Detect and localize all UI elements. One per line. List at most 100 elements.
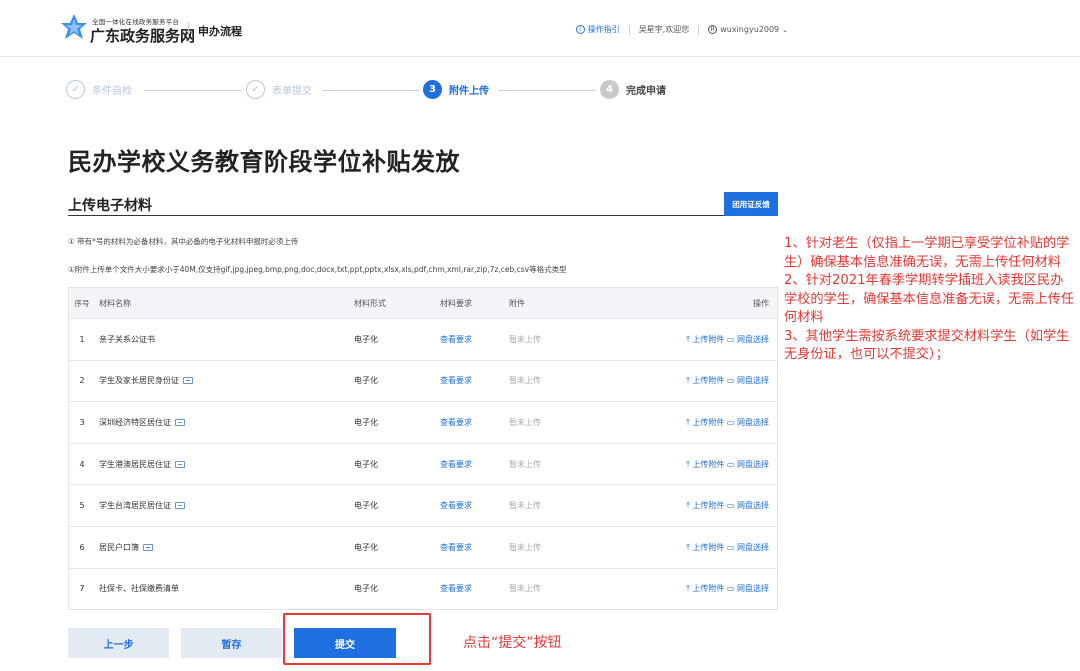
material-name: 学生港澳居民居住证 (99, 459, 171, 469)
brand-divider (188, 22, 189, 38)
upload-actions[interactable]: ⤒ 上传附件 ▭ 网盘选择 (639, 500, 777, 511)
attachment-status: 暂未上传 (509, 459, 541, 469)
step-number: 4 (600, 80, 619, 99)
step-label: 完成申请 (626, 86, 666, 97)
submit-hint: 点击“提交”按钮 (463, 635, 562, 651)
row-form: 电子化 (354, 501, 378, 511)
step-condition-check: ✓ 条件自检 (66, 80, 132, 99)
table-row: 4 学生港澳居民居住证 电子化 查看要求 暂未上传 ⤒ 上传附件 ▭ 网盘选择 (69, 442, 777, 485)
row-name: 亲子关系公证书 (95, 334, 354, 345)
attachment-status: 暂未上传 (509, 584, 541, 594)
row-form: 电子化 (354, 334, 378, 344)
view-requirement-link[interactable]: 查看要求 (440, 334, 509, 345)
attachment-status: 暂未上传 (509, 334, 541, 344)
user-icon: R (708, 25, 718, 34)
row-form: 电子化 (354, 459, 378, 469)
table-row: 5 学生台湾居民居住证 电子化 查看要求 暂未上传 ⤒ 上传附件 ▭ 网盘选择 (69, 484, 777, 526)
section-title: 上传电子材料 (68, 198, 152, 214)
view-requirement-link[interactable]: 查看要求 (440, 417, 509, 428)
row-form: 电子化 (354, 376, 378, 386)
id-card-icon[interactable] (183, 377, 193, 385)
step-connector (144, 90, 242, 91)
row-name: 学生港澳居民居住证 (95, 459, 354, 470)
username: wuxingyu2009 (720, 25, 780, 34)
upload-actions[interactable]: ⤒ 上传附件 ▭ 网盘选择 (639, 334, 777, 345)
table-header: 序号 材料名称 材料形式 材料要求 附件 操作 (69, 288, 777, 318)
row-index: 3 (79, 417, 85, 427)
row-form: 电子化 (354, 542, 378, 552)
view-requirement-link[interactable]: 查看要求 (440, 542, 509, 553)
guide-label: 操作指引 (587, 25, 620, 34)
material-name: 学生台湾居民居住证 (99, 501, 171, 511)
table-row: 3 深圳经济特区居住证 电子化 查看要求 暂未上传 ⤒ 上传附件 ▭ 网盘选择 (69, 401, 777, 443)
step-complete: 4 完成申请 (600, 80, 666, 99)
step-label: 附件上传 (449, 86, 489, 97)
view-requirement-link[interactable]: 查看要求 (440, 500, 509, 511)
attachment-status: 暂未上传 (509, 542, 541, 552)
row-name: 学生及家长居民身份证 (95, 375, 354, 386)
material-name: 深圳经济特区居住证 (99, 417, 171, 427)
step-attachment-upload: 3 附件上传 (423, 80, 489, 99)
attachment-status: 暂未上传 (509, 376, 541, 386)
header-divider (628, 24, 630, 35)
upload-actions[interactable]: ⤒ 上传附件 ▭ 网盘选择 (639, 459, 777, 470)
row-index: 5 (79, 501, 85, 511)
header-divider (698, 24, 700, 35)
id-card-icon[interactable] (143, 543, 153, 551)
previous-step-button[interactable]: 上一步 (68, 628, 169, 658)
table-row: 1 亲子关系公证书 电子化 查看要求 暂未上传 ⤒ 上传附件 ▭ 网盘选择 (69, 318, 777, 360)
view-requirement-link[interactable]: 查看要求 (440, 459, 509, 470)
cert-feedback-button[interactable]: 团用证反馈 (724, 192, 778, 216)
col-requirement: 材料要求 (440, 298, 472, 308)
guide-icon: i (575, 25, 585, 34)
col-form: 材料形式 (354, 298, 386, 308)
id-card-icon[interactable] (175, 460, 185, 468)
page-title: 民办学校义务教育阶段学位补贴发放 (68, 148, 460, 176)
upload-actions[interactable]: ⤒ 上传附件 ▭ 网盘选择 (639, 375, 777, 386)
upload-actions[interactable]: ⤒ 上传附件 ▭ 网盘选择 (639, 542, 777, 553)
header-user-area: i 操作指引 吴星宇,欢迎您 R wuxingyu2009 ⌄ (575, 24, 788, 35)
id-card-icon[interactable] (175, 502, 185, 510)
step-form-submit: ✓ 表单提交 (246, 80, 312, 99)
upload-actions[interactable]: ⤒ 上传附件 ▭ 网盘选择 (639, 417, 777, 428)
check-icon: ✓ (66, 80, 85, 99)
step-label: 表单提交 (272, 86, 312, 97)
user-menu[interactable]: R wuxingyu2009 ⌄ (708, 25, 788, 34)
col-index: 序号 (74, 298, 90, 308)
row-name: 社保卡、社保缴费清单 (95, 583, 354, 594)
col-name: 材料名称 (99, 298, 131, 308)
attachment-status: 暂未上传 (509, 417, 541, 427)
guide-link[interactable]: i 操作指引 (575, 24, 620, 35)
attachment-status: 暂未上传 (509, 501, 541, 511)
required-note: ① 带有*号的材料为必备材料，其中必备的电子化材料申报时必须上传 (68, 237, 299, 246)
annotation-item: 1、针对老生（仅指上一学期已享受学位补贴的学生）确保基本信息准确无误，无需上传任… (784, 236, 1070, 270)
row-index: 4 (79, 459, 85, 469)
table-row: 7 社保卡、社保缴费清单 电子化 查看要求 暂未上传 ⤒ 上传附件 ▭ 网盘选择 (69, 567, 777, 610)
size-note: ①附件上传单个文件大小要求小于40M,仅支持gif,jpg,jpeg,bmp,p… (68, 265, 567, 274)
materials-table: 序号 材料名称 材料形式 材料要求 附件 操作 1 亲子关系公证书 电子化 查看… (68, 287, 778, 611)
chevron-down-icon: ⌄ (782, 25, 788, 34)
material-name: 社保卡、社保缴费清单 (99, 584, 179, 594)
step-label: 条件自检 (92, 86, 132, 97)
guangdong-logo-icon[interactable] (60, 13, 88, 43)
step-connector (322, 90, 420, 91)
row-index: 7 (79, 584, 85, 594)
id-card-icon[interactable] (175, 418, 185, 426)
site-name[interactable]: 广东政务服务网 (90, 25, 195, 46)
row-name: 居民户口簿 (95, 542, 354, 553)
row-name: 深圳经济特区居住证 (95, 417, 354, 428)
col-operation: 操作 (753, 298, 769, 308)
progress-steps: ✓ 条件自检 ✓ 表单提交 3 附件上传 4 完成申请 (66, 80, 686, 102)
material-name: 居民户口簿 (99, 542, 139, 552)
row-name: 学生台湾居民居住证 (95, 500, 354, 511)
instruction-annotation: 1、针对老生（仅指上一学期已享受学位补贴的学生）确保基本信息准确无误，无需上传任… (784, 235, 1076, 365)
view-requirement-link[interactable]: 查看要求 (440, 375, 509, 386)
check-icon: ✓ (246, 80, 265, 99)
upload-actions[interactable]: ⤒ 上传附件 ▭ 网盘选择 (639, 583, 777, 594)
save-draft-button[interactable]: 暂存 (181, 628, 282, 658)
process-label: 申办流程 (198, 25, 242, 38)
step-number: 3 (423, 80, 442, 99)
step-connector (498, 90, 596, 91)
view-requirement-link[interactable]: 查看要求 (440, 583, 509, 594)
row-index: 2 (79, 376, 85, 386)
